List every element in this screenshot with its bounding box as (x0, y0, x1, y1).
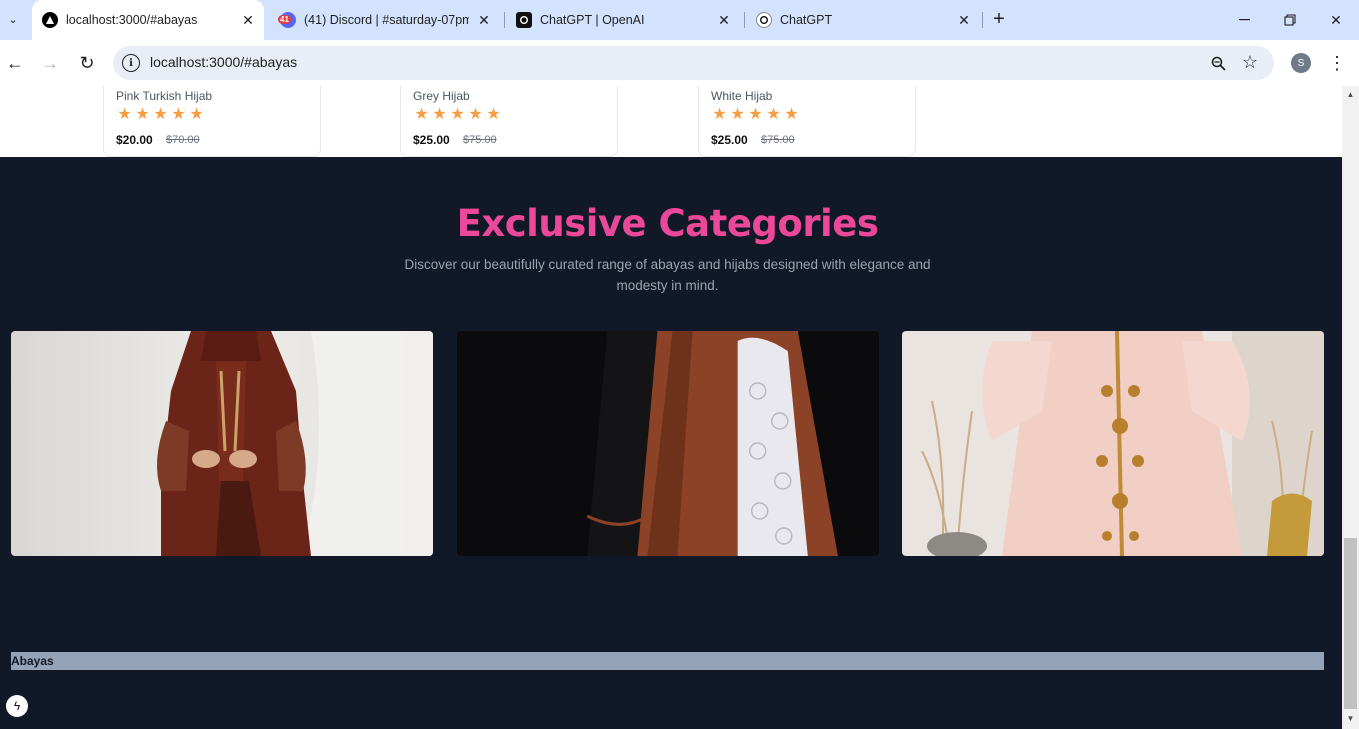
info-icon[interactable]: i (122, 54, 140, 72)
star-icon: ★ (171, 106, 186, 123)
tab-separator (982, 12, 983, 28)
product-old-price: $70.00 (166, 134, 200, 146)
scroll-down-icon[interactable]: ▼ (1346, 714, 1355, 723)
close-icon[interactable]: ✕ (240, 12, 256, 28)
star-icon: ★ (486, 106, 501, 123)
product-card[interactable]: Pink Turkish Hijab ★ ★ ★ ★ ★ $20.00 $70.00 (103, 86, 321, 157)
footer-bar: Abayas (11, 652, 1324, 670)
product-price: $20.00 (116, 133, 153, 147)
kebab-menu-icon[interactable]: ⋮ (1328, 51, 1346, 75)
chevron-down-icon[interactable]: ⌄ (2, 8, 24, 30)
star-icon: ★ (432, 106, 447, 123)
browser-toolbar: ← → ↻ i localhost:3000/#abayas ☆ S ⋮ (0, 40, 1359, 86)
category-image-hijabs[interactable] (457, 331, 879, 556)
openai-icon (756, 12, 772, 28)
tab-chatgpt[interactable]: ChatGPT ✕ (748, 0, 980, 40)
url-text[interactable]: localhost:3000/#abayas (150, 54, 297, 70)
product-name: White Hijab (711, 89, 773, 103)
close-icon[interactable]: ✕ (956, 12, 972, 28)
scroll-up-icon[interactable]: ▲ (1346, 90, 1355, 99)
rating-stars: ★ ★ ★ ★ ★ (116, 106, 205, 123)
tab-separator (744, 12, 745, 28)
lightning-icon[interactable]: ϟ (6, 695, 28, 717)
tab-localhost[interactable]: localhost:3000/#abayas ✕ (32, 0, 264, 40)
triangle-logo-icon (42, 12, 58, 28)
star-icon: ★ (135, 106, 150, 123)
avatar[interactable]: S (1291, 53, 1311, 73)
star-icon: ★ (414, 106, 429, 123)
tab-separator (504, 12, 505, 28)
minimize-icon[interactable] (1221, 0, 1267, 40)
reload-icon[interactable]: ↻ (75, 51, 99, 75)
close-icon[interactable]: ✕ (476, 12, 492, 28)
tab-title: localhost:3000/#abayas (66, 13, 198, 27)
tab-title: ChatGPT (780, 13, 833, 27)
window-close-icon[interactable]: ✕ (1313, 0, 1359, 40)
star-icon: ★ (730, 106, 745, 123)
scrollbar[interactable]: ▲ ▼ (1342, 86, 1359, 729)
product-price: $25.00 (413, 133, 450, 147)
footer-label[interactable]: Abayas (11, 654, 54, 668)
star-icon: ★ (748, 106, 763, 123)
zoom-icon[interactable] (1208, 53, 1228, 73)
rating-stars: ★ ★ ★ ★ ★ (711, 106, 800, 123)
notification-badge: 41 (278, 15, 291, 24)
product-old-price: $75.00 (761, 134, 795, 146)
star-outline-icon[interactable]: ☆ (1240, 51, 1260, 73)
star-icon: ★ (766, 106, 781, 123)
product-old-price: $75.00 (463, 134, 497, 146)
star-icon: ★ (450, 106, 465, 123)
product-card[interactable]: White Hijab ★ ★ ★ ★ ★ $25.00 $75.00 (698, 86, 916, 157)
tab-title: ChatGPT | OpenAI (540, 13, 645, 27)
discord-icon: 41 (278, 12, 296, 28)
star-icon: ★ (153, 106, 168, 123)
rating-stars: ★ ★ ★ ★ ★ (413, 106, 502, 123)
openai-icon (516, 12, 532, 28)
scrollbar-thumb[interactable] (1344, 538, 1357, 709)
product-card[interactable]: Grey Hijab ★ ★ ★ ★ ★ $25.00 $75.00 (400, 86, 618, 157)
tab-discord[interactable]: 41 (41) Discord | #saturday-07pm | ✕ (272, 0, 500, 40)
product-name: Pink Turkish Hijab (116, 89, 213, 103)
tab-chatgpt-openai[interactable]: ChatGPT | OpenAI ✕ (508, 0, 740, 40)
star-icon: ★ (117, 106, 132, 123)
tab-title: (41) Discord | #saturday-07pm | (304, 13, 469, 27)
section-subtitle: Discover our beautifully curated range o… (404, 257, 931, 293)
page-viewport: Pink Turkish Hijab ★ ★ ★ ★ ★ $20.00 $70.00 G… (0, 86, 1342, 729)
section-title: Exclusive Categories (456, 202, 879, 245)
category-image-abaya-brown[interactable] (11, 331, 433, 556)
plus-icon[interactable]: + (988, 8, 1010, 30)
back-arrow-icon[interactable]: ← (3, 51, 27, 75)
star-icon: ★ (468, 106, 483, 123)
address-bar[interactable]: i localhost:3000/#abayas ☆ (113, 46, 1274, 80)
star-icon: ★ (712, 106, 727, 123)
restore-icon[interactable] (1267, 0, 1313, 40)
forward-arrow-icon[interactable]: → (38, 51, 62, 75)
close-icon[interactable]: ✕ (716, 12, 732, 28)
tab-strip: ⌄ localhost:3000/#abayas ✕ 41 (41) Disco… (0, 0, 1359, 40)
product-name: Grey Hijab (413, 89, 470, 103)
product-strip: Pink Turkish Hijab ★ ★ ★ ★ ★ $20.00 $70.00 G… (0, 86, 1342, 157)
category-image-pink-dress[interactable] (902, 331, 1324, 556)
star-icon: ★ (189, 106, 204, 123)
star-icon: ★ (784, 106, 799, 123)
product-price: $25.00 (711, 133, 748, 147)
